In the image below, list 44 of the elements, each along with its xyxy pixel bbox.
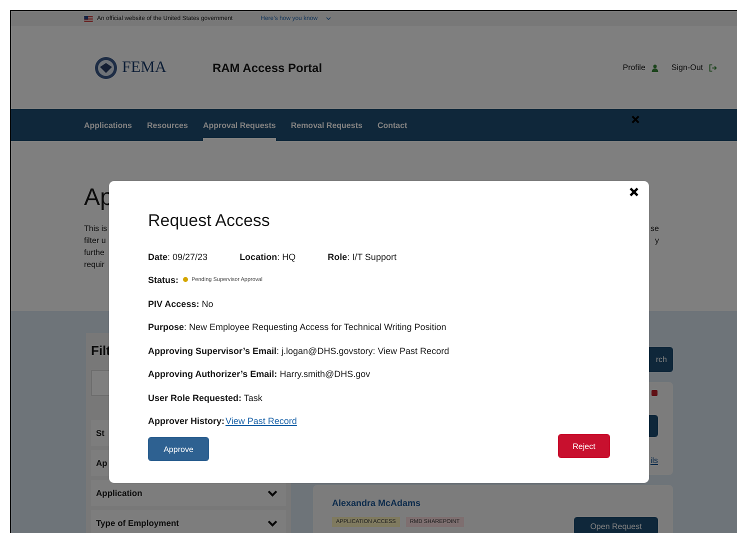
intro-text: filter u <box>84 235 107 247</box>
site-title: RAM Access Portal <box>212 60 322 74</box>
nav-tab[interactable]: Resources <box>147 109 188 141</box>
filter-accordion[interactable]: Application <box>91 480 286 506</box>
logo-text: FEMA <box>122 58 166 76</box>
detail-text: Role: I/T Support <box>328 252 396 262</box>
detail-text: Date: 09/27/23 <box>148 252 208 262</box>
history-label: Approver History: <box>148 416 225 426</box>
sign-out-link[interactable]: Sign-Out <box>671 63 703 72</box>
details-link[interactable]: ils <box>650 456 658 465</box>
filter-title: Filt <box>91 343 110 358</box>
nav-tab[interactable]: Contact <box>377 109 408 141</box>
intro-text: y <box>655 235 659 247</box>
intro-text: This is <box>84 223 108 235</box>
approve-button[interactable]: Approve <box>148 437 209 461</box>
requester-name-link[interactable]: Alexandra McAdams <box>332 498 421 508</box>
detail-text: PIV Access: No <box>148 298 214 309</box>
reject-button[interactable]: Reject <box>558 434 610 458</box>
nav-tab[interactable]: Approval Requests <box>202 109 276 141</box>
nav-tab[interactable]: Removal Requests <box>290 109 362 141</box>
seal-logo-icon <box>94 56 118 80</box>
intro-text: se <box>650 223 659 235</box>
open-request-button[interactable]: Open Request <box>574 517 658 533</box>
filter-accordion[interactable]: Type of Employment <box>91 510 286 533</box>
detail-text: Approving Supervisor’s Email: j.logan@DHS.govstory: View Past Record <box>148 346 450 356</box>
intro-text: furthe <box>84 247 106 259</box>
detail-text: User Role Requested: Task <box>148 392 262 403</box>
detail-text: Location: HQ <box>240 252 296 262</box>
close-icon[interactable] <box>629 187 639 197</box>
flag-icon <box>84 16 93 22</box>
profile-link[interactable]: Profile <box>622 63 646 72</box>
nav-tab[interactable]: Applications <box>84 109 132 141</box>
dialog-title: Request Access <box>148 211 271 231</box>
detail-text: Approving Authorizer’s Email: Harry.smith@DHS.gov <box>148 369 370 380</box>
chevron-down-icon <box>267 490 278 496</box>
detail-text: Purpose: New Employee Requesting Access for Technical Writing Position <box>148 322 446 332</box>
person-icon <box>651 64 660 72</box>
chevron-down-icon <box>326 17 331 20</box>
exit-icon <box>709 64 717 72</box>
view-past-record-link[interactable]: View Past Record <box>226 416 297 426</box>
status-label: Status: <box>148 275 179 286</box>
alert-icon <box>651 390 658 396</box>
chevron-down-icon <box>267 520 278 526</box>
intro-text: requir <box>84 259 106 271</box>
